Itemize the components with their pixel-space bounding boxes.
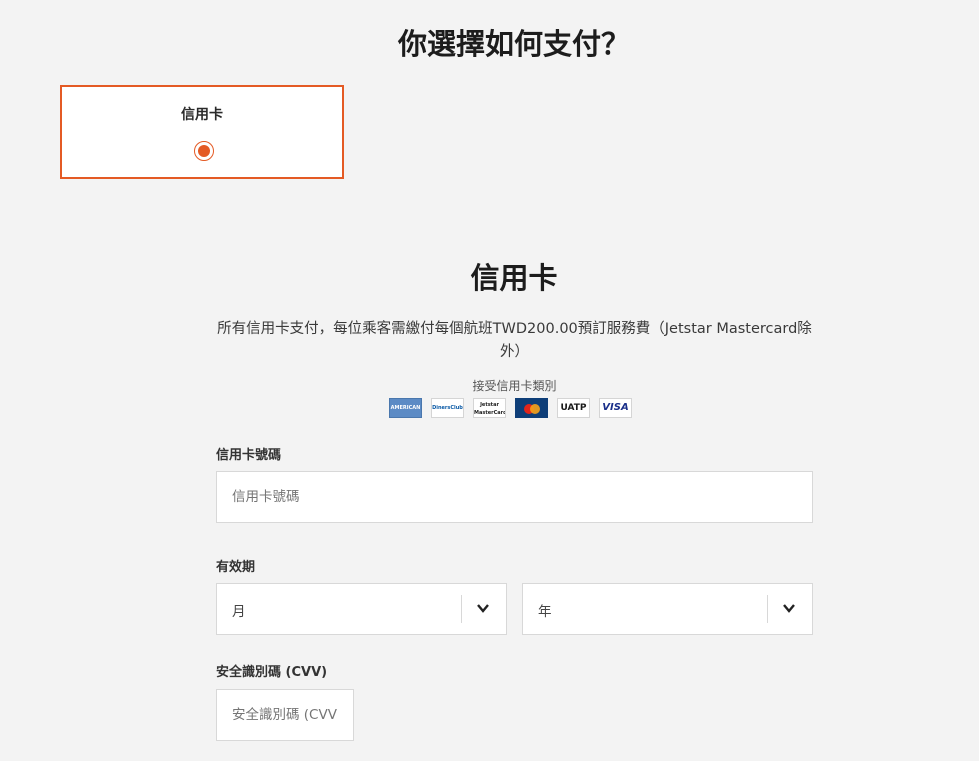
mastercard-icon xyxy=(515,398,548,418)
amex-icon: AMERICAN EXPRESS xyxy=(389,398,422,418)
payment-option-label: 信用卡 xyxy=(181,107,223,123)
chevron-down-icon xyxy=(477,604,489,613)
payment-page: 你選擇如何支付？ 信用卡 信用卡 所有信用卡支付，每位乘客需繳付每個航班TWD2… xyxy=(0,0,979,761)
accepted-cards-label: 接受信用卡類別 xyxy=(472,379,557,393)
radio-selected-dot xyxy=(198,145,210,157)
expiry-year-select[interactable]: 年 xyxy=(522,583,813,635)
card-number-label: 信用卡號碼 xyxy=(216,448,282,463)
diners-club-icon: DinersClub xyxy=(431,398,464,418)
cvv-input[interactable] xyxy=(216,689,354,741)
expiry-year-value: 年 xyxy=(538,604,552,620)
select-divider xyxy=(461,595,462,623)
expiry-month-value: 月 xyxy=(232,604,246,620)
fee-note: 所有信用卡支付，每位乘客需繳付每個航班TWD200.00預訂服務費（Jetsta… xyxy=(217,321,812,360)
expiry-month-select[interactable]: 月 xyxy=(216,583,507,635)
expiry-label: 有效期 xyxy=(216,560,256,575)
radio-button[interactable] xyxy=(194,141,214,161)
section-title: 信用卡 xyxy=(470,261,558,295)
visa-icon: VISA xyxy=(599,398,632,418)
page-title: 你選擇如何支付？ xyxy=(397,27,630,61)
card-number-input[interactable] xyxy=(216,471,813,523)
cvv-label: 安全識別碼 (CVV) xyxy=(216,665,328,680)
select-divider xyxy=(767,595,768,623)
chevron-down-icon xyxy=(783,604,795,613)
accepted-card-logos: AMERICAN EXPRESS DinersClub Jetstar Mast… xyxy=(389,398,632,420)
uatp-icon: UATP xyxy=(557,398,590,418)
jetstar-mastercard-icon: Jetstar MasterCard xyxy=(473,398,506,418)
payment-option-credit-card[interactable]: 信用卡 xyxy=(60,85,344,179)
